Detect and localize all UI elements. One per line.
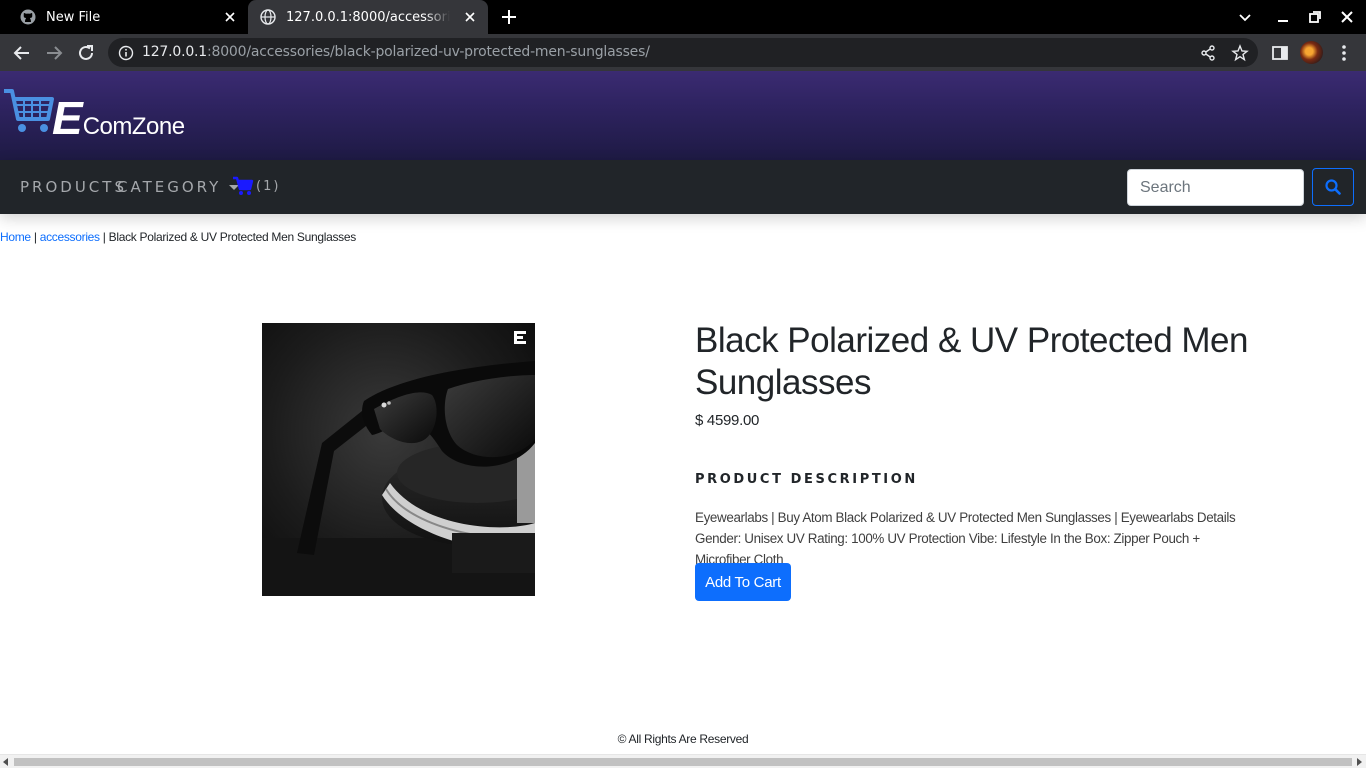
logo-initial: E (52, 92, 83, 144)
scroll-right-arrow-icon[interactable] (1357, 758, 1362, 766)
footer-copyright: © All Rights Are Reserved (617, 732, 749, 746)
breadcrumb-separator: | (30, 230, 40, 244)
tab-title: New File (46, 9, 101, 25)
search-button[interactable] (1312, 168, 1354, 206)
tab-search-chevron-icon[interactable] (1237, 9, 1253, 25)
reload-icon[interactable] (76, 43, 96, 63)
nav-cart[interactable]: (1) (232, 175, 280, 197)
horizontal-scrollbar[interactable] (0, 754, 1366, 768)
minimize-icon[interactable] (1275, 9, 1291, 25)
logo-rest: ComZone (82, 113, 185, 140)
new-tab-plus-icon[interactable] (500, 8, 518, 26)
scroll-left-arrow-icon[interactable] (3, 758, 8, 766)
site-info-icon[interactable] (118, 45, 134, 61)
product-image (262, 323, 535, 596)
back-arrow-icon[interactable] (12, 43, 32, 63)
url-text: 127.0.0.1:8000/accessories/black-polariz… (142, 44, 650, 60)
browser-tab-strip: New File 127.0.0.1:8000/accessories/bla (0, 0, 1366, 34)
globe-icon (260, 9, 276, 25)
scrollbar-thumb[interactable] (14, 758, 1352, 766)
github-icon (20, 9, 36, 25)
breadcrumb: Home | accessories | Black Polarized & U… (0, 230, 356, 244)
url-path: :8000/accessories/black-polarized-uv-pro… (207, 44, 650, 60)
browser-toolbar: 127.0.0.1:8000/accessories/black-polariz… (0, 34, 1366, 71)
product-price: $ 4599.00 (695, 412, 760, 429)
nav-products[interactable]: PRODUCTS (20, 178, 127, 196)
close-tab-icon[interactable] (222, 9, 238, 25)
product-title: Black Polarized & UV Protected Men Sungl… (695, 321, 1248, 402)
site-header: EComZone (0, 71, 1366, 160)
product-description-heading: PRODUCT DESCRIPTION (695, 472, 918, 487)
browser-tab-active[interactable]: 127.0.0.1:8000/accessories/bla (248, 0, 488, 34)
breadcrumb-category[interactable]: accessories (40, 230, 100, 244)
cart-icon (233, 176, 254, 195)
forward-arrow-icon[interactable] (44, 43, 64, 63)
cart-count: (1) (256, 178, 281, 194)
url-host: 127.0.0.1 (142, 44, 207, 60)
close-window-icon[interactable] (1339, 9, 1355, 25)
search-input[interactable] (1127, 169, 1304, 206)
ecomzone-logo[interactable]: EComZone (2, 85, 202, 145)
nav-category-label: CATEGORY (117, 178, 222, 196)
kebab-menu-icon[interactable] (1334, 43, 1354, 63)
side-panel-icon[interactable] (1270, 43, 1290, 63)
bookmark-star-icon[interactable] (1231, 44, 1249, 62)
close-tab-icon[interactable] (462, 9, 478, 25)
browser-tab-new-file[interactable]: New File (8, 0, 248, 34)
tab-title: 127.0.0.1:8000/accessories/bla (286, 9, 450, 25)
logo-wordmark: EComZone (52, 91, 185, 145)
breadcrumb-home[interactable]: Home (0, 230, 31, 244)
cart-logo-icon (4, 89, 54, 132)
add-to-cart-button[interactable]: Add To Cart (695, 563, 791, 601)
breadcrumb-current: Black Polarized & UV Protected Men Sungl… (108, 230, 357, 244)
product-description: Eyewearlabs | Buy Atom Black Polarized &… (695, 510, 1236, 567)
profile-avatar[interactable] (1300, 41, 1323, 64)
nav-category-dropdown[interactable]: CATEGORY (117, 178, 240, 196)
share-icon[interactable] (1199, 44, 1217, 62)
address-bar[interactable]: 127.0.0.1:8000/accessories/black-polariz… (108, 38, 1258, 67)
breadcrumb-separator: | (99, 230, 109, 244)
restore-window-icon[interactable] (1307, 9, 1323, 25)
search-icon (1325, 179, 1341, 195)
